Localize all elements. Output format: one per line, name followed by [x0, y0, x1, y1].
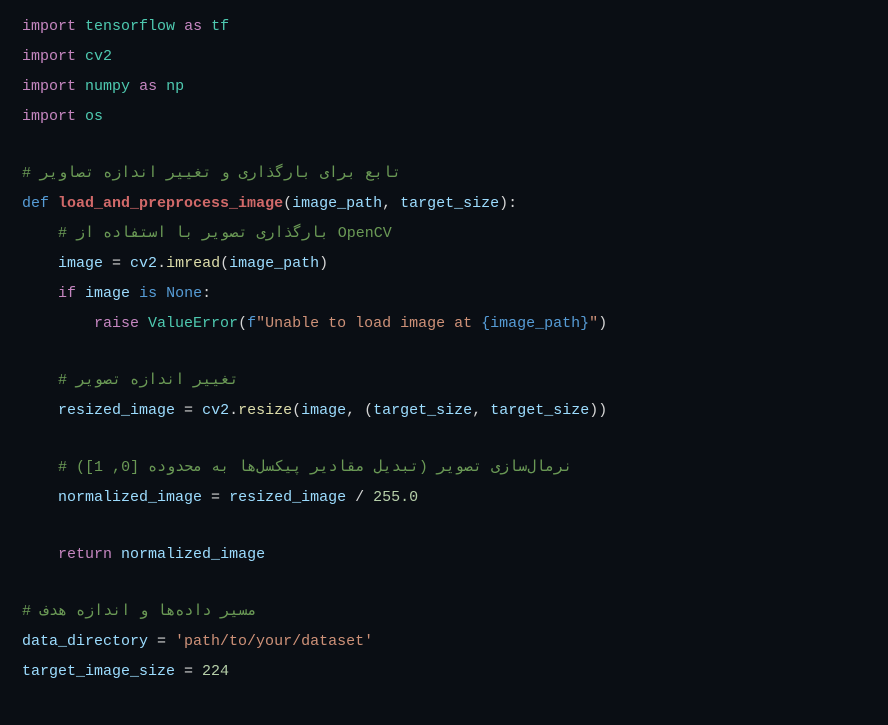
- number-224: 224: [202, 663, 229, 680]
- var-resized-rhs: resized_image: [229, 489, 346, 506]
- keyword-none: None: [166, 285, 202, 302]
- keyword-import: import: [22, 78, 76, 95]
- code-block: import tensorflow as tf import cv2 impor…: [22, 12, 866, 687]
- function-name: load_and_preprocess_image: [58, 195, 283, 212]
- blank-line: [22, 570, 866, 597]
- keyword-as: as: [184, 18, 202, 35]
- arg-image: image: [301, 402, 346, 419]
- keyword-return: return: [58, 546, 112, 563]
- string-part1: "Unable to load image at: [256, 315, 481, 332]
- code-line-raise: raise ValueError(f"Unable to load image …: [22, 309, 866, 339]
- module-numpy: numpy: [85, 78, 130, 95]
- var-image: image: [85, 285, 130, 302]
- var-image: image: [58, 255, 103, 272]
- code-line-comment-3: # تغییر اندازه تصویر: [22, 366, 866, 396]
- code-line-data-dir: data_directory = 'path/to/your/dataset': [22, 627, 866, 657]
- blank-line: [22, 426, 866, 453]
- comment-text: # مسیر داده‌ها و اندازه هدف: [22, 603, 257, 620]
- keyword-as: as: [139, 78, 157, 95]
- keyword-raise: raise: [94, 315, 139, 332]
- code-line-resize: resized_image = cv2.resize(image, (targe…: [22, 396, 866, 426]
- alias-np: np: [166, 78, 184, 95]
- fn-imread: imread: [166, 255, 220, 272]
- var-normalized-ret: normalized_image: [121, 546, 265, 563]
- arg-target-size: target_size: [373, 402, 472, 419]
- obj-cv2: cv2: [202, 402, 229, 419]
- code-line-4: import os: [22, 102, 866, 132]
- var-resized: resized_image: [58, 402, 175, 419]
- module-cv2: cv2: [85, 48, 112, 65]
- comment-text: # تابع برای بارگذاری و تغییر اندازه تصاو…: [22, 165, 401, 182]
- arg-target-size: target_size: [490, 402, 589, 419]
- keyword-if: if: [58, 285, 76, 302]
- code-line-3: import numpy as np: [22, 72, 866, 102]
- code-line-def: def load_and_preprocess_image(image_path…: [22, 189, 866, 219]
- code-line-if: if image is None:: [22, 279, 866, 309]
- string-part2: ": [589, 315, 598, 332]
- code-line-comment-4: # نرمال‌سازی تصویر (تبدیل مقادیر پیکسل‌ه…: [22, 453, 866, 483]
- code-line-comment-5: # مسیر داده‌ها و اندازه هدف: [22, 597, 866, 627]
- code-line-1: import tensorflow as tf: [22, 12, 866, 42]
- keyword-import: import: [22, 108, 76, 125]
- keyword-import: import: [22, 18, 76, 35]
- param-image-path: image_path: [292, 195, 382, 212]
- arg-image-path: image_path: [229, 255, 319, 272]
- blank-line: [22, 339, 866, 366]
- var-data-directory: data_directory: [22, 633, 148, 650]
- var-normalized: normalized_image: [58, 489, 202, 506]
- code-line-normalize: normalized_image = resized_image / 255.0: [22, 483, 866, 513]
- fn-resize: resize: [238, 402, 292, 419]
- alias-tf: tf: [211, 18, 229, 35]
- code-line-target-size: target_image_size = 224: [22, 657, 866, 687]
- code-line-comment-1: # تابع برای بارگذاری و تغییر اندازه تصاو…: [22, 159, 866, 189]
- module-os: os: [85, 108, 103, 125]
- comment-text: # تغییر اندازه تصویر: [22, 372, 239, 389]
- comment-text: # نرمال‌سازی تصویر (تبدیل مقادیر پیکسل‌ه…: [22, 459, 572, 476]
- module-tensorflow: tensorflow: [85, 18, 175, 35]
- fstring-interp: {image_path}: [481, 315, 589, 332]
- code-line-return: return normalized_image: [22, 540, 866, 570]
- code-line-imread: image = cv2.imread(image_path): [22, 249, 866, 279]
- code-line-2: import cv2: [22, 42, 866, 72]
- keyword-import: import: [22, 48, 76, 65]
- f-prefix: f: [247, 315, 256, 332]
- keyword-def: def: [22, 195, 49, 212]
- blank-line: [22, 132, 866, 159]
- number-255: 255.0: [373, 489, 418, 506]
- blank-line: [22, 513, 866, 540]
- obj-cv2: cv2: [130, 255, 157, 272]
- class-valueerror: ValueError: [148, 315, 238, 332]
- var-target-image-size: target_image_size: [22, 663, 175, 680]
- keyword-is: is: [139, 285, 157, 302]
- comment-text: # بارگذاری تصویر با استفاده از OpenCV: [22, 225, 392, 242]
- param-target-size: target_size: [400, 195, 499, 212]
- code-line-comment-2: # بارگذاری تصویر با استفاده از OpenCV: [22, 219, 866, 249]
- string-path: 'path/to/your/dataset': [175, 633, 373, 650]
